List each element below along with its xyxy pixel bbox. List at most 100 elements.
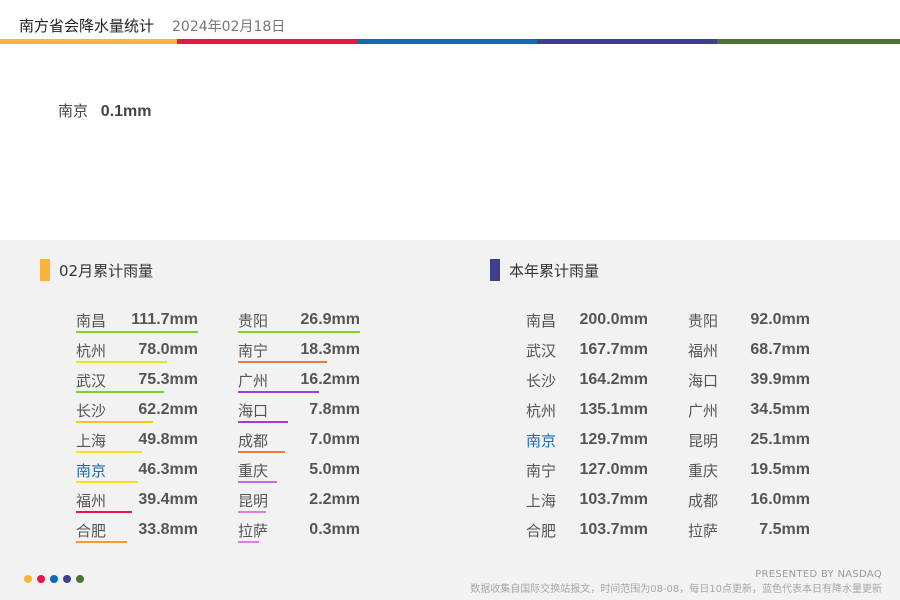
city-name: 重庆 [688, 462, 719, 480]
rank-row: 杭州 135.1mm [526, 398, 648, 428]
rainfall-value: 2.2mm [309, 491, 360, 508]
rank-row: 拉萨 7.5mm [688, 518, 810, 548]
city-name: 昆明 [688, 432, 719, 450]
rainfall-value: 39.9mm [750, 371, 810, 388]
page-title: 南方省会降水量统计 [19, 17, 155, 35]
rainfall-level-line [238, 451, 285, 453]
rainfall-value: 129.7mm [579, 431, 649, 448]
footer-dot [24, 575, 32, 583]
city-name: 上海 [526, 492, 557, 510]
rainfall-value: 33.8mm [138, 521, 198, 538]
city-name: 海口 [688, 372, 719, 390]
rainfall-value: 25.1mm [750, 431, 810, 448]
rank-row: 福州 68.7mm [688, 338, 810, 368]
city-name: 南宁 [238, 342, 269, 360]
today-city: 南京 [58, 102, 89, 120]
rainfall-value: 200.0mm [579, 311, 649, 328]
city-name: 长沙 [526, 372, 557, 390]
city-name: 南宁 [526, 462, 557, 480]
rainfall-value: 78.0mm [138, 341, 198, 358]
rainfall-value: 49.8mm [138, 431, 198, 448]
rank-row: 拉萨 0.3mm [238, 518, 360, 548]
rainfall-value: 34.5mm [750, 401, 810, 418]
color-strip-segment [0, 39, 177, 44]
rainfall-level-line [76, 361, 167, 363]
rainfall-value: 7.8mm [309, 401, 360, 418]
city-name: 广州 [688, 402, 719, 420]
rainfall-level-line [238, 541, 259, 543]
today-rainfall: 南京 0.1mm [58, 100, 152, 121]
color-strip-segment [357, 39, 537, 44]
city-name: 昆明 [238, 492, 269, 510]
rank-row: 重庆 19.5mm [688, 458, 810, 488]
rank-row: 南宁 18.3mm [238, 338, 360, 368]
rainfall-value: 5.0mm [309, 461, 360, 478]
city-name: 广州 [238, 372, 269, 390]
rank-row: 成都 7.0mm [238, 428, 360, 458]
rainfall-level-line [76, 511, 132, 513]
rank-row: 南京 46.3mm [76, 458, 198, 488]
footer-dot [50, 575, 58, 583]
rainfall-value: 127.0mm [579, 461, 649, 478]
rank-row: 海口 39.9mm [688, 368, 810, 398]
rainfall-value: 39.4mm [138, 491, 198, 508]
rainfall-value: 135.1mm [579, 401, 649, 418]
rainfall-level-line [76, 451, 142, 453]
stats-panel: 02月累计雨量 本年累计雨量 南昌 111.7mm 杭州 78.0mm 武汉 75.3mm… [0, 240, 900, 600]
rainfall-value: 164.2mm [579, 371, 649, 388]
rank-row: 杭州 78.0mm [76, 338, 198, 368]
rainfall-value: 68.7mm [750, 341, 810, 358]
rank-row: 贵阳 92.0mm [688, 308, 810, 338]
city-name: 福州 [688, 342, 719, 360]
rainfall-level-line [238, 391, 319, 393]
rainfall-level-line [76, 331, 198, 333]
color-strip [0, 39, 900, 44]
rainfall-value: 46.3mm [138, 461, 198, 478]
color-strip-segment [717, 39, 900, 44]
city-name: 成都 [688, 492, 719, 510]
city-name: 贵阳 [688, 312, 719, 330]
rainfall-value: 7.0mm [309, 431, 360, 448]
footer-brand: PRESENTED BY NASDAQ [755, 569, 882, 580]
city-name: 上海 [76, 432, 107, 450]
city-name: 武汉 [526, 342, 557, 360]
city-name: 海口 [238, 402, 269, 420]
year-section-marker [490, 259, 500, 281]
rank-row: 上海 49.8mm [76, 428, 198, 458]
rainfall-value: 19.5mm [750, 461, 810, 478]
rainfall-value: 18.3mm [300, 341, 360, 358]
rank-row: 长沙 164.2mm [526, 368, 648, 398]
rank-row: 贵阳 26.9mm [238, 308, 360, 338]
rank-row: 成都 16.0mm [688, 488, 810, 518]
rainfall-value: 62.2mm [138, 401, 198, 418]
rainfall-level-line [238, 361, 327, 363]
year-section-title: 本年累计雨量 [509, 261, 600, 280]
page-date: 2024年02月18日 [172, 19, 286, 35]
rainfall-value: 167.7mm [579, 341, 649, 358]
rainfall-level-line [76, 421, 153, 423]
footer-dot [63, 575, 71, 583]
month-section-header: 02月累计雨量 [40, 259, 153, 281]
city-name: 拉萨 [688, 522, 719, 540]
year-section-header: 本年累计雨量 [490, 259, 599, 281]
city-name: 成都 [238, 432, 269, 450]
rainfall-value: 16.0mm [750, 491, 810, 508]
footer-dots [24, 575, 89, 583]
city-name: 南京 [526, 432, 557, 450]
rainfall-value: 103.7mm [579, 521, 649, 538]
rank-row: 海口 7.8mm [238, 398, 360, 428]
today-value: 0.1mm [100, 103, 152, 120]
rainfall-value: 111.7mm [131, 311, 198, 328]
city-name: 合肥 [526, 522, 557, 540]
rank-row: 合肥 33.8mm [76, 518, 198, 548]
city-name: 长沙 [76, 402, 107, 420]
city-name: 杭州 [526, 402, 557, 420]
rank-row: 南昌 111.7mm [76, 308, 198, 338]
rainfall-level-line [238, 331, 360, 333]
rainfall-value: 26.9mm [300, 311, 360, 328]
city-name: 福州 [76, 492, 107, 510]
rainfall-level-line [238, 511, 266, 513]
city-name: 贵阳 [238, 312, 269, 330]
rank-row: 长沙 62.2mm [76, 398, 198, 428]
rainfall-level-line [76, 541, 127, 543]
